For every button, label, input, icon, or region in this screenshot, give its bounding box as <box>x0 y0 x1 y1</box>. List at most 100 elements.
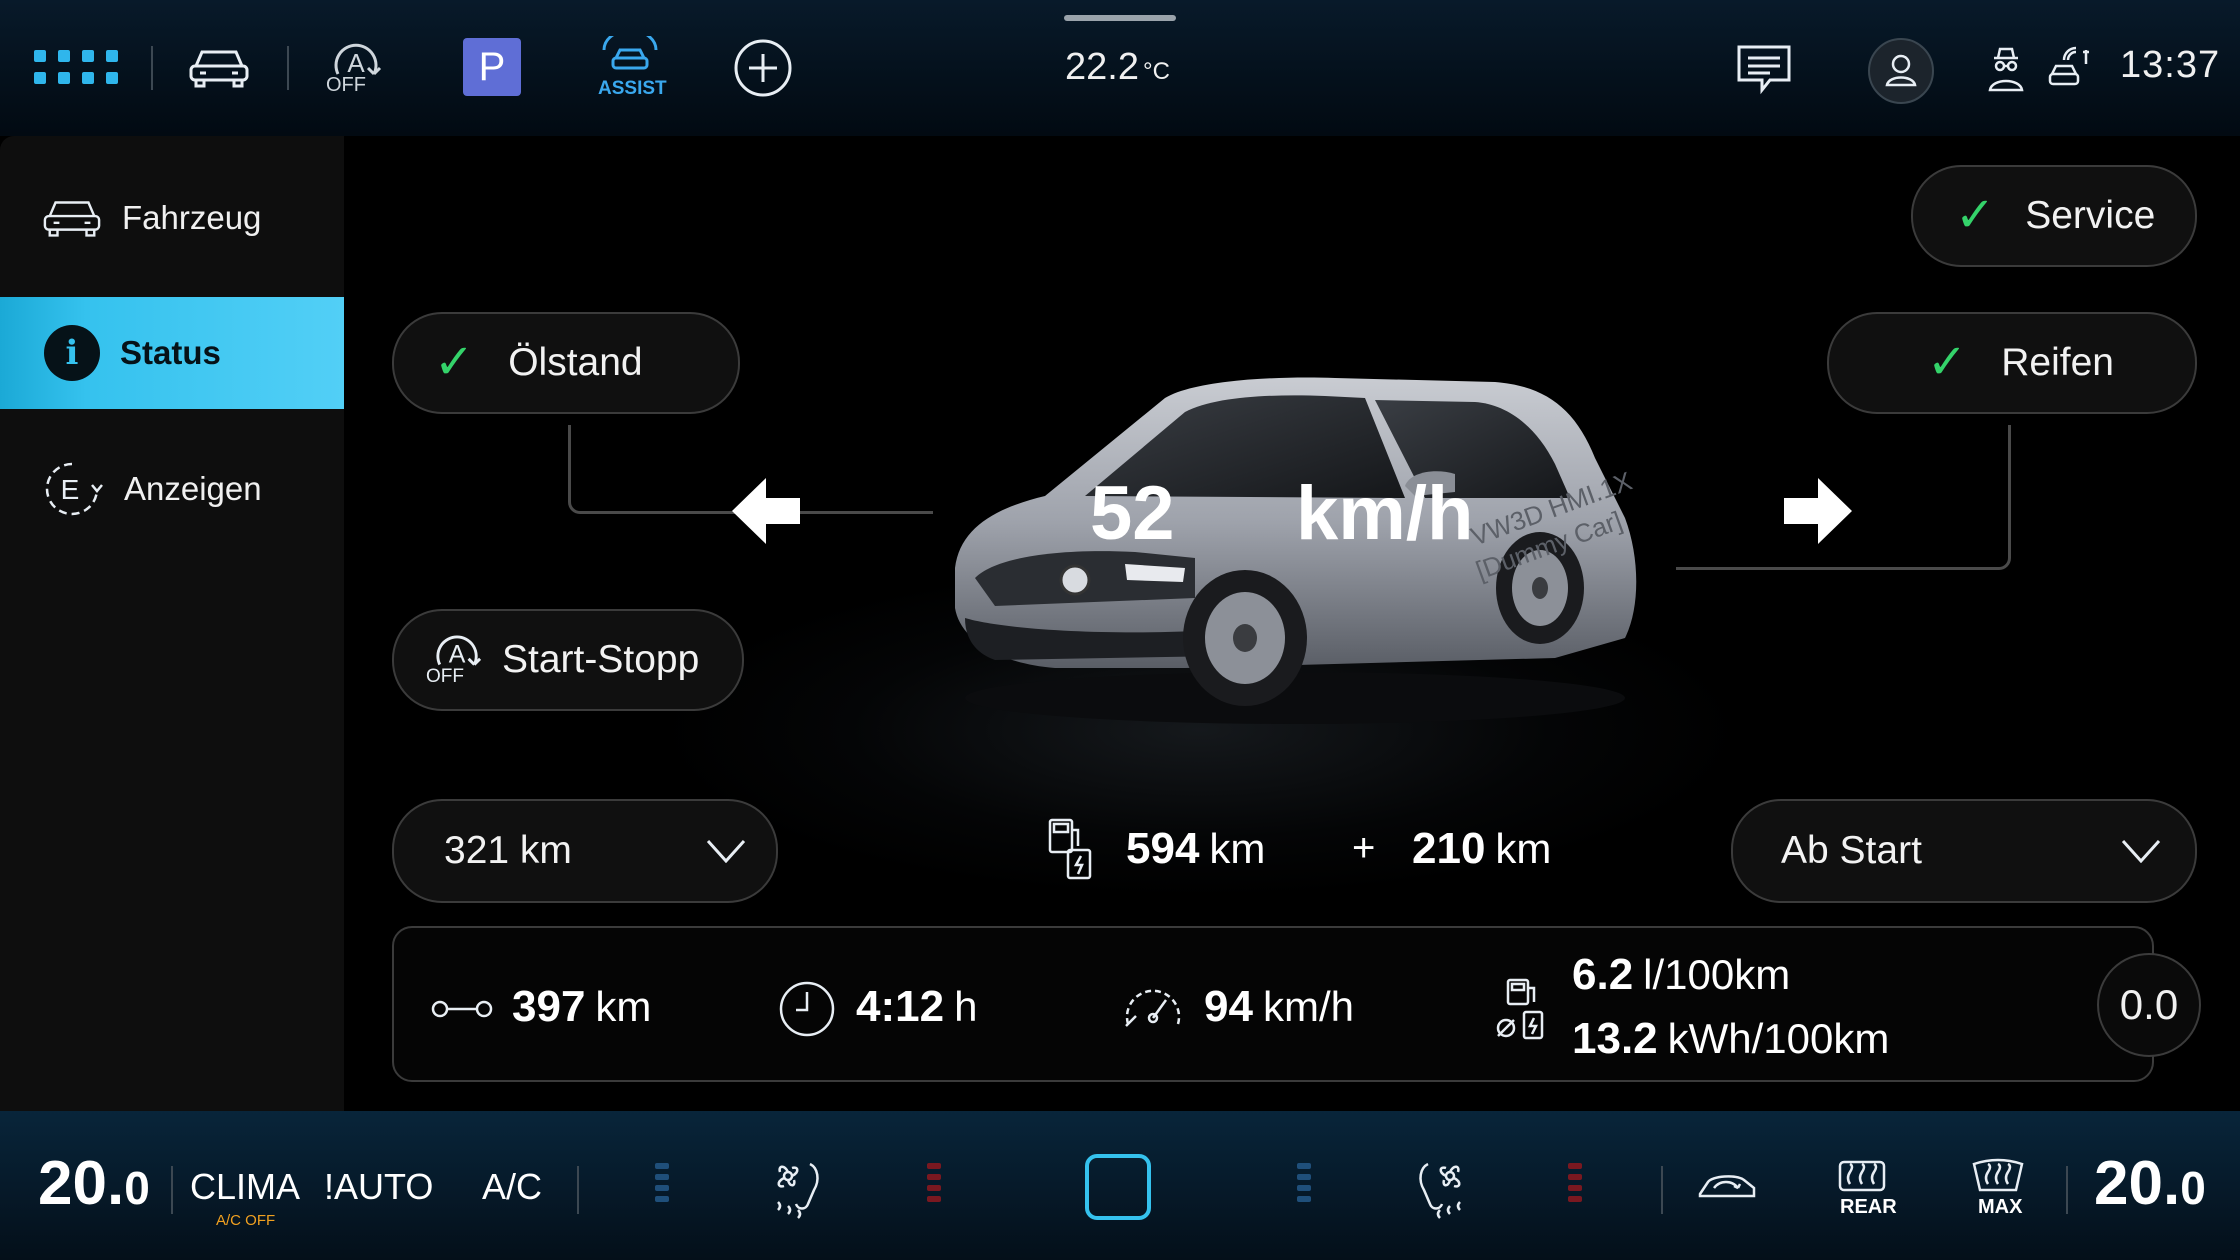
sidebar-item-label: Fahrzeug <box>122 199 262 236</box>
messages-icon[interactable] <box>1736 44 1792 96</box>
divider <box>577 1166 579 1214</box>
left-temp-dec: 0 <box>124 1162 150 1214</box>
ac-label: A/C <box>482 1166 543 1207</box>
rear-defrost-button[interactable]: REAR <box>1834 1160 1897 1222</box>
rear-label: REAR <box>1840 1196 1897 1218</box>
off-label: OFF <box>426 666 464 687</box>
pull-down-handle[interactable] <box>1064 15 1176 21</box>
right-temp-dec: 0 <box>2180 1162 2206 1214</box>
electric-consumption: 13.2 kWh/100km <box>1572 1014 1889 1064</box>
right-temp-int: 20. <box>2094 1149 2181 1218</box>
fuel-consumption: 6.2 l/100km <box>1572 950 1790 1000</box>
trip-time-unit: h <box>954 983 978 1030</box>
electric-range-value: 210 <box>1412 824 1486 873</box>
divider <box>2066 1166 2068 1214</box>
add-icon[interactable] <box>733 38 793 98</box>
check-icon: ✓ <box>1927 336 1968 389</box>
auto-button[interactable]: !AUTO <box>324 1166 433 1208</box>
max-label: MAX <box>1978 1196 2023 1218</box>
trip-time-value: 4:12 <box>856 982 945 1031</box>
clima-label: CLIMA <box>190 1166 301 1207</box>
trip-distance-unit: km <box>595 983 652 1030</box>
divider <box>1661 1166 1663 1214</box>
chevron-down-icon <box>2121 839 2161 863</box>
cabin-temperature[interactable]: 22.2 °C <box>1065 46 1170 94</box>
vehicle-icon[interactable] <box>188 44 250 92</box>
sidebar-item-label: Status <box>120 334 221 371</box>
user-profile-button[interactable] <box>1868 38 1934 104</box>
reset-label: 0.0 <box>2119 981 2179 1028</box>
average-speed: 94 km/h <box>1204 982 1354 1032</box>
speedometer-icon <box>1122 980 1184 1030</box>
electric-consumption-value: 13.2 <box>1572 1014 1658 1063</box>
service-label: Service <box>2025 194 2156 237</box>
right-heating-level-indicator[interactable] <box>1568 1158 1582 1207</box>
driver-incognito-icon[interactable] <box>1986 46 2026 92</box>
service-button[interactable]: ✓ Service <box>1911 165 2197 267</box>
reset-statistics-button[interactable]: 0.0 <box>2097 953 2201 1057</box>
parking-button[interactable]: P <box>463 38 521 96</box>
car-connectivity-icon[interactable] <box>2046 46 2092 92</box>
temperature-unit: °C <box>1142 58 1170 85</box>
info-icon: i <box>44 325 100 381</box>
electric-range: 210 km <box>1412 824 1551 874</box>
start-stop-off-icon: A OFF <box>426 630 490 690</box>
parking-label: P <box>478 44 506 89</box>
range-dropdown-value: 321 km <box>444 829 572 872</box>
app-grid-icon[interactable] <box>34 50 122 86</box>
divider <box>171 1166 173 1214</box>
auto-label: !AUTO <box>324 1166 434 1207</box>
sidebar-item-anzeigen[interactable]: E Anzeigen <box>0 433 344 545</box>
average-speed-unit: km/h <box>1262 983 1354 1030</box>
fuel-range: 594 km <box>1126 824 1265 874</box>
car-image: VW3D HMI.1X [Dummy Car] <box>935 368 1647 728</box>
chevron-down-icon <box>706 839 746 863</box>
speed-value: 52 <box>1090 471 1175 556</box>
sidebar-item-status[interactable]: i Status <box>0 297 344 409</box>
right-cooling-level-indicator[interactable] <box>1297 1158 1311 1207</box>
tires-label: Reifen <box>2001 341 2114 384</box>
left-cooling-level-indicator[interactable] <box>655 1158 669 1207</box>
average-speed-value: 94 <box>1204 982 1253 1031</box>
max-defrost-button[interactable]: MAX <box>1970 1158 2026 1222</box>
fuel-range-unit: km <box>1209 825 1266 872</box>
right-temperature[interactable]: 20. 0 <box>2094 1148 2206 1219</box>
left-temperature[interactable]: 20. 0 <box>38 1148 150 1219</box>
range-plus: + <box>1352 826 1376 870</box>
sidebar-item-label: Anzeigen <box>124 470 262 507</box>
trip-distance: 397 km <box>512 982 651 1032</box>
oil-level-label: Ölstand <box>508 341 643 384</box>
clock-icon <box>778 980 836 1038</box>
arrow-right-icon <box>1784 478 1852 544</box>
electric-range-unit: km <box>1495 825 1552 872</box>
left-temp-int: 20. <box>38 1149 125 1218</box>
svg-text:E: E <box>61 474 80 505</box>
trip-time: 4:12 h <box>856 982 977 1032</box>
divider <box>151 46 153 90</box>
period-dropdown[interactable]: Ab Start <box>1731 799 2197 903</box>
car-outline-icon <box>43 201 101 237</box>
assist-button[interactable]: ASSIST <box>590 36 670 102</box>
sidebar-item-fahrzeug[interactable]: Fahrzeug <box>0 162 344 274</box>
recirculation-icon[interactable] <box>1696 1170 1758 1204</box>
fuel-electric-icon <box>1046 816 1102 882</box>
right-seat-fan-icon[interactable] <box>1412 1160 1468 1222</box>
range-dropdown[interactable]: 321 km <box>392 799 778 903</box>
left-seat-fan-icon[interactable] <box>770 1160 826 1222</box>
temperature-value: 22.2 <box>1065 46 1139 88</box>
start-stop-off-icon[interactable]: A OFF <box>324 38 390 98</box>
sidebar <box>0 136 344 1111</box>
tires-button[interactable]: ✓ Reifen <box>1827 312 2197 414</box>
ac-button[interactable]: A/C <box>482 1166 542 1208</box>
check-icon: ✓ <box>1955 189 1996 242</box>
ac-off-label: A/C OFF <box>216 1212 276 1229</box>
arrow-left-icon <box>732 478 800 544</box>
svg-text:A: A <box>449 641 466 669</box>
start-stop-button[interactable]: A OFF Start-Stopp <box>392 609 744 711</box>
off-label: OFF <box>326 74 366 96</box>
oil-level-button[interactable]: ✓ Ölstand <box>392 312 740 414</box>
clima-button[interactable]: CLIMA <box>190 1166 300 1208</box>
home-button[interactable] <box>1085 1154 1151 1220</box>
left-heating-level-indicator[interactable] <box>927 1158 941 1207</box>
speed-unit: km/h <box>1296 471 1474 556</box>
